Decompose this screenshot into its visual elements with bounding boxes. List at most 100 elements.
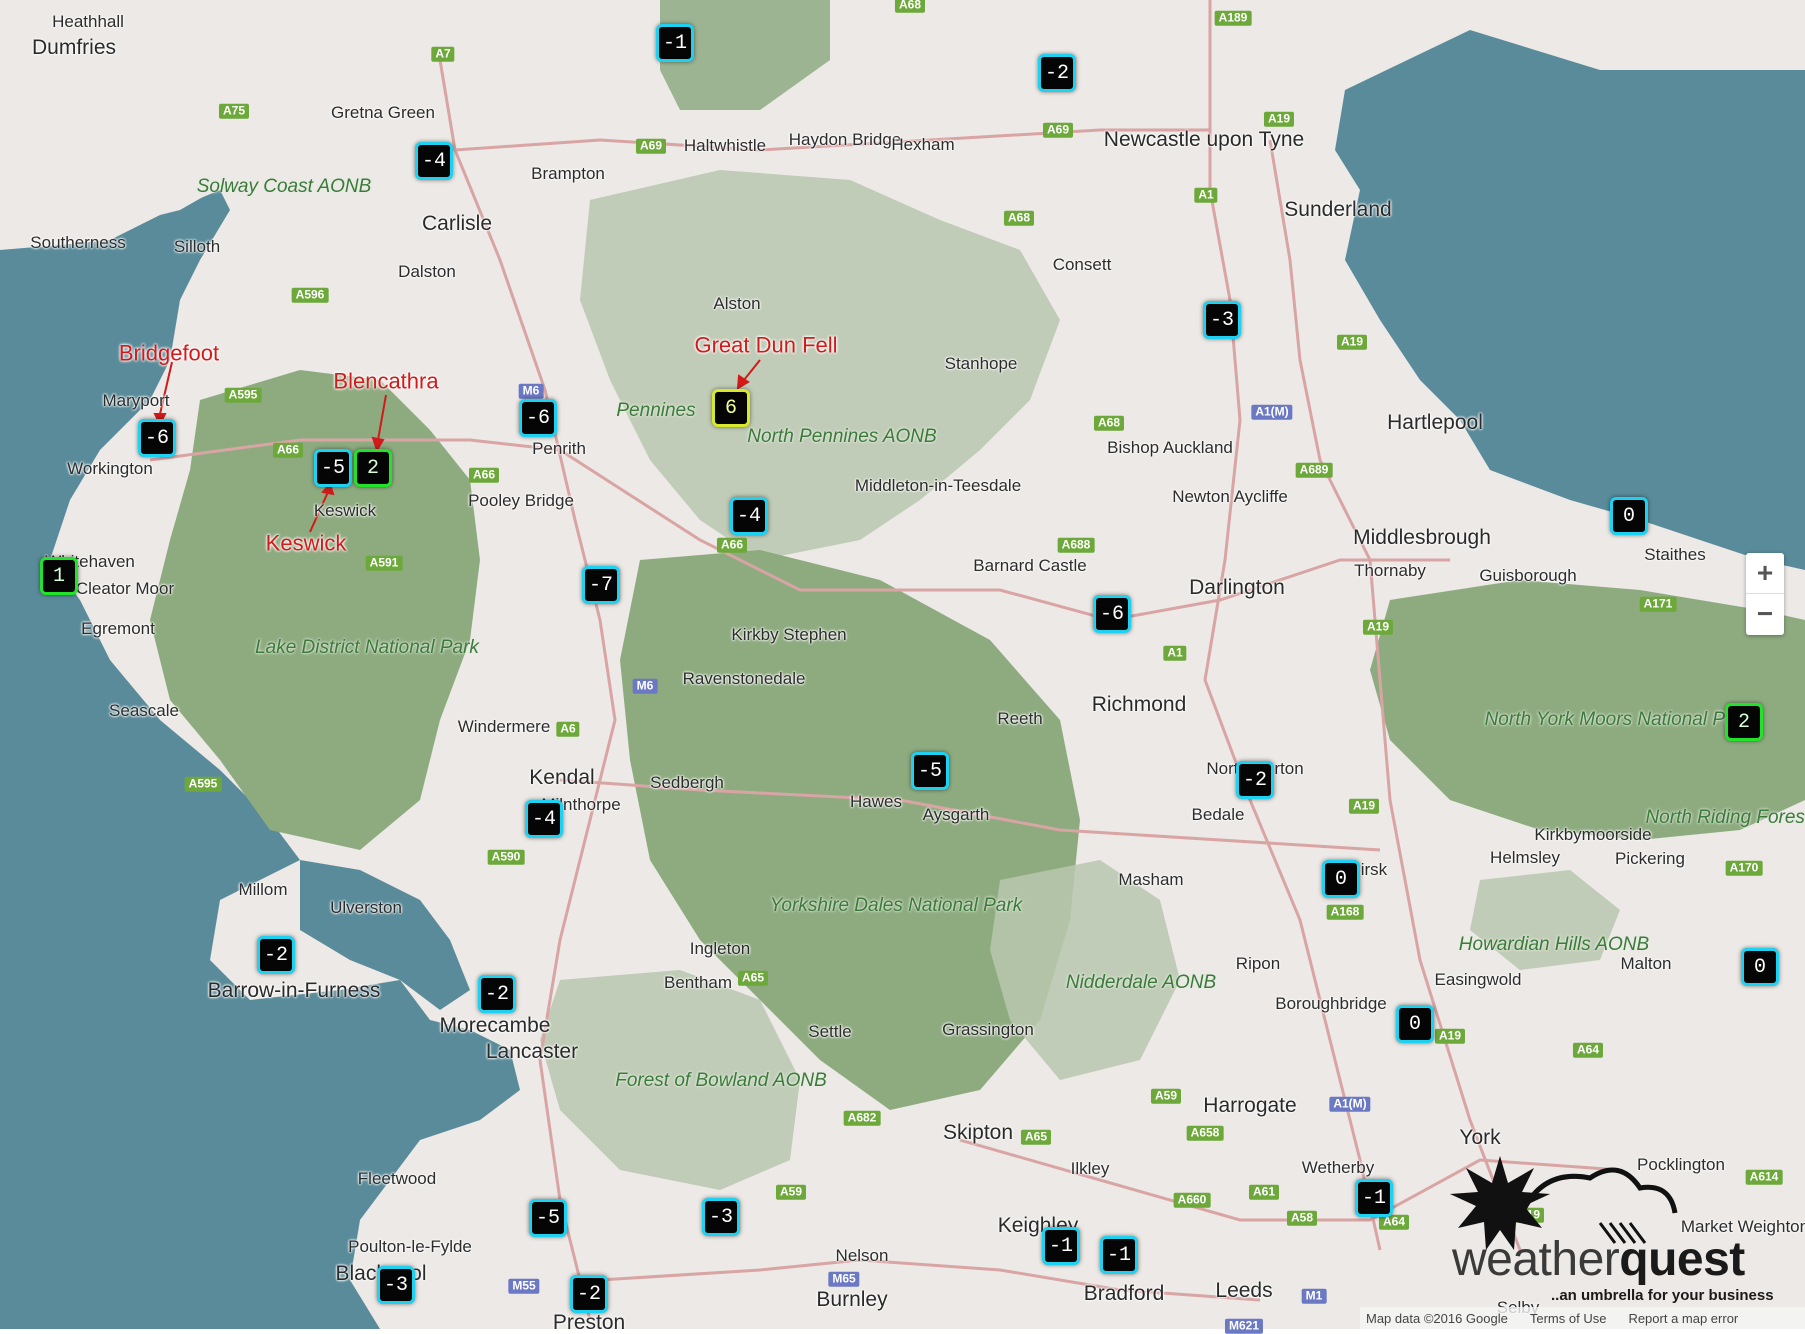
temperature-marker[interactable]: 0: [1610, 497, 1648, 535]
place-label: Pooley Bridge: [468, 491, 574, 511]
place-label: Bentham: [663, 973, 733, 993]
temperature-marker[interactable]: -4: [730, 497, 768, 535]
zoom-out-button[interactable]: −: [1746, 594, 1784, 634]
temperature-marker[interactable]: 1: [40, 557, 78, 595]
zoom-in-button[interactable]: +: [1746, 553, 1784, 593]
road-label: A61: [1248, 1184, 1280, 1200]
temperature-marker[interactable]: -6: [519, 399, 557, 437]
temperature-marker[interactable]: -1: [656, 24, 694, 62]
temperature-marker[interactable]: -3: [702, 1198, 740, 1236]
road-label: A64: [1572, 1042, 1604, 1058]
temperature-marker[interactable]: -1: [1042, 1227, 1080, 1265]
place-label: Nelson: [835, 1246, 889, 1266]
temperature-marker[interactable]: 0: [1396, 1005, 1434, 1043]
place-label: Morecambe: [439, 1013, 551, 1037]
temperature-marker[interactable]: -1: [1100, 1236, 1138, 1274]
place-label: Kirkby Stephen: [731, 625, 847, 645]
place-label: Hawes: [850, 792, 902, 812]
place-label: Keswick: [313, 501, 377, 521]
place-label: Hexham: [891, 135, 955, 155]
road-label: M6: [518, 383, 544, 399]
temperature-marker[interactable]: -3: [377, 1266, 415, 1304]
temperature-marker[interactable]: -1: [1355, 1179, 1393, 1217]
map-attribution: Map data ©2016 Google Terms of Use Repor…: [1360, 1307, 1805, 1329]
place-label: Middleton-in-Teesdale: [854, 476, 1022, 496]
place-label: Hartlepool: [1387, 410, 1483, 434]
annotation-label: Bridgefoot: [118, 340, 220, 366]
park-label: North Pennines AONB: [747, 426, 937, 448]
road-label: A19: [1263, 111, 1295, 127]
road-label: A59: [1150, 1088, 1182, 1104]
park-label: Forest of Bowland AONB: [615, 1070, 827, 1092]
terms-link[interactable]: Terms of Use: [1530, 1311, 1607, 1326]
road-label: M1: [1301, 1288, 1327, 1304]
place-label: Burnley: [816, 1287, 888, 1311]
place-label: Consett: [1052, 255, 1112, 275]
road-label: A682: [843, 1110, 881, 1126]
temperature-marker[interactable]: -4: [525, 800, 563, 838]
place-label: Richmond: [1091, 692, 1187, 716]
road-label: A595: [224, 387, 262, 403]
place-label: Millom: [238, 880, 288, 900]
temperature-marker[interactable]: -5: [314, 449, 352, 487]
temperature-marker[interactable]: -6: [138, 419, 176, 457]
report-error-link[interactable]: Report a map error: [1628, 1311, 1738, 1326]
road-label: A65: [737, 970, 769, 986]
place-label: Brampton: [531, 164, 605, 184]
road-label: A19: [1362, 619, 1394, 635]
place-label: Penrith: [532, 439, 586, 459]
annotation-label: Blencathra: [333, 368, 439, 394]
place-label: Dumfries: [31, 35, 117, 59]
temperature-marker[interactable]: -2: [570, 1275, 608, 1313]
temperature-marker[interactable]: -5: [911, 752, 949, 790]
road-label: A1(M): [1251, 404, 1293, 420]
place-label: Wetherby: [1301, 1158, 1375, 1178]
place-label: Silloth: [173, 237, 221, 257]
road-label: A170: [1725, 860, 1763, 876]
park-label: Yorkshire Dales National Park: [769, 895, 1023, 917]
road-label: M55: [508, 1278, 540, 1294]
logo-wordmark: weatherquest: [1452, 1232, 1745, 1287]
place-label: Bradford: [1083, 1281, 1165, 1305]
temperature-marker[interactable]: -6: [1093, 595, 1131, 633]
road-label: A7: [431, 46, 455, 62]
temperature-marker[interactable]: -5: [529, 1199, 567, 1237]
road-label: A688: [1057, 537, 1095, 553]
road-label: M6: [632, 678, 658, 694]
annotation-label: Great Dun Fell: [694, 332, 838, 358]
temperature-marker[interactable]: 0: [1322, 860, 1360, 898]
temperature-marker[interactable]: -2: [478, 975, 516, 1013]
temperature-marker[interactable]: -4: [415, 142, 453, 180]
place-label: Kirkbymoorside: [1534, 825, 1652, 845]
place-label: Helmsley: [1490, 848, 1560, 868]
place-label: Southerness: [30, 233, 126, 253]
road-label: A1: [1163, 645, 1187, 661]
park-label: North Riding Forest Park: [1645, 807, 1805, 829]
park-label: Nidderdale AONB: [1065, 972, 1217, 994]
place-label: Dalston: [398, 262, 456, 282]
temperature-marker[interactable]: 2: [1725, 703, 1763, 741]
place-label: Egremont: [81, 619, 155, 639]
temperature-marker[interactable]: 2: [354, 449, 392, 487]
place-label: Workington: [67, 459, 153, 479]
place-label: Lancaster: [485, 1039, 579, 1063]
place-label: Newton Aycliffe: [1172, 487, 1288, 507]
temperature-marker[interactable]: 0: [1741, 948, 1779, 986]
place-label: Ilkley: [1070, 1159, 1110, 1179]
temperature-marker[interactable]: -2: [257, 936, 295, 974]
road-label: A660: [1173, 1192, 1211, 1208]
road-label: A171: [1639, 596, 1677, 612]
place-label: Pickering: [1615, 849, 1685, 869]
place-label: Maryport: [102, 391, 170, 411]
temperature-marker[interactable]: 6: [712, 389, 750, 427]
place-label: Leeds: [1215, 1278, 1273, 1302]
temperature-marker[interactable]: -7: [582, 566, 620, 604]
road-label: A591: [365, 555, 403, 571]
temperature-marker[interactable]: -2: [1038, 54, 1076, 92]
place-label: Heathhall: [52, 12, 124, 32]
road-label: A66: [272, 442, 304, 458]
road-label: A19: [1336, 334, 1368, 350]
place-label: Settle: [808, 1022, 852, 1042]
temperature-marker[interactable]: -3: [1203, 301, 1241, 339]
temperature-marker[interactable]: -2: [1236, 761, 1274, 799]
